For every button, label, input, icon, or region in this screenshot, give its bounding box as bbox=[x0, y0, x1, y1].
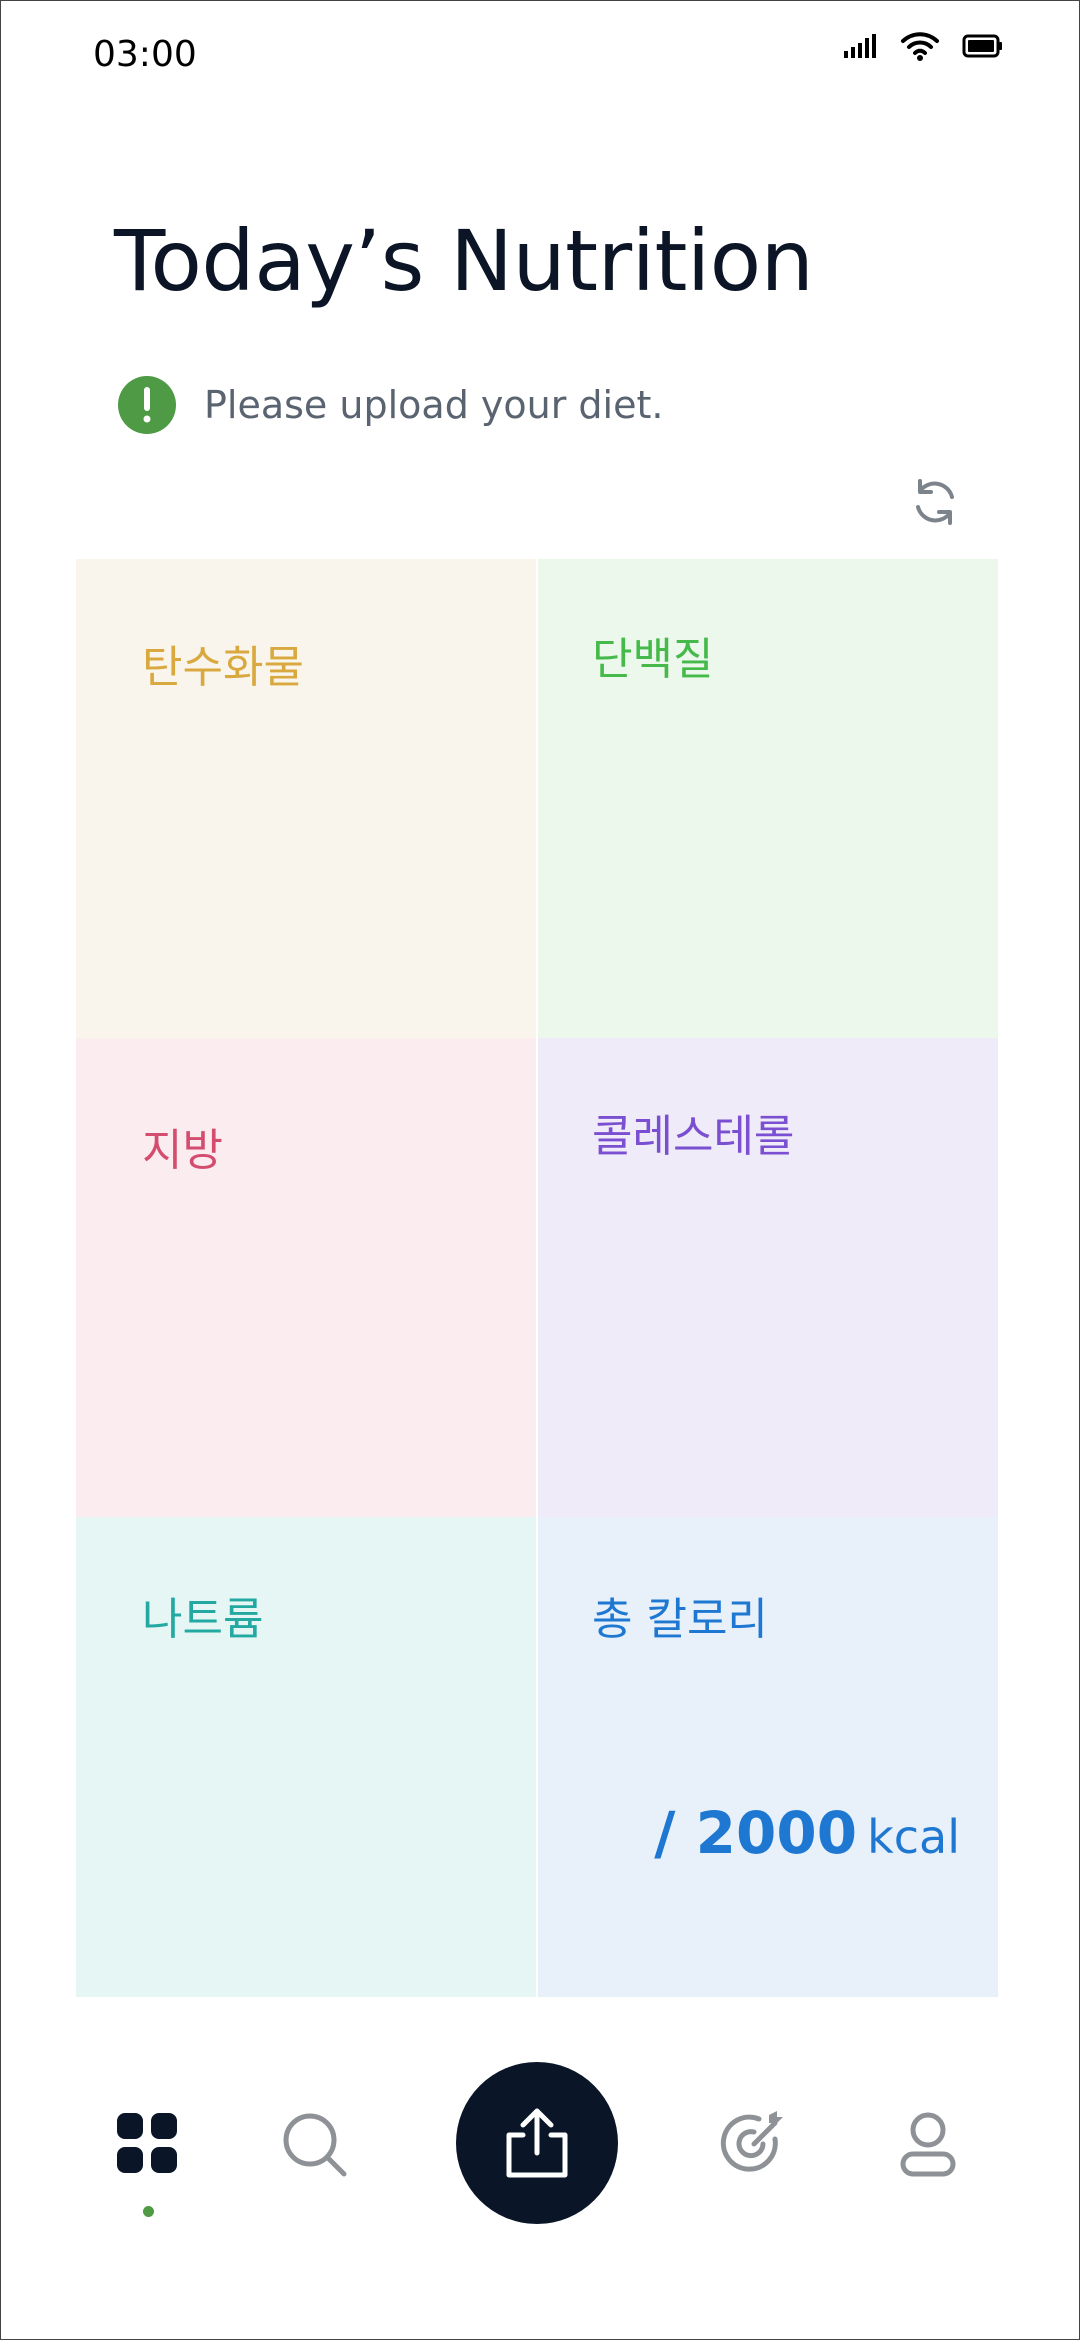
card-sodium[interactable]: 나트륨 bbox=[76, 1517, 536, 1997]
card-carbs[interactable]: 탄수화물 bbox=[76, 559, 536, 1038]
profile-icon bbox=[900, 2112, 956, 2177]
signal-icon bbox=[844, 34, 876, 58]
nav-profile[interactable] bbox=[892, 2108, 964, 2180]
status-time: 03:00 bbox=[93, 34, 197, 75]
search-icon bbox=[283, 2113, 347, 2177]
exclamation-icon bbox=[118, 376, 176, 434]
upload-icon bbox=[506, 2108, 568, 2178]
nav-search[interactable] bbox=[278, 2108, 352, 2182]
dashboard-icon bbox=[117, 2113, 177, 2173]
wifi-icon bbox=[901, 32, 939, 61]
status-bar: 03:00 bbox=[0, 0, 1080, 110]
card-fat[interactable]: 지방 bbox=[76, 1038, 536, 1517]
active-indicator bbox=[143, 2206, 154, 2217]
nav-dashboard[interactable] bbox=[112, 2108, 182, 2178]
calories-label: 총 칼로리 bbox=[592, 1594, 768, 1645]
screen: 03:00 Today’s Nutrition Please upload yo… bbox=[0, 0, 1080, 2340]
notice-text: Please upload your diet. bbox=[204, 383, 664, 427]
calories-goal-value: / 2000 bbox=[654, 1799, 858, 1867]
goal-icon bbox=[720, 2111, 783, 2172]
nutrition-grid: 탄수화물 단백질 지방 콜레스테롤 나트륨 총 칼로리 / 2000 kcal bbox=[76, 559, 998, 1997]
nav-goal[interactable] bbox=[718, 2108, 790, 2180]
battery-icon bbox=[962, 34, 1002, 58]
sodium-label: 나트륨 bbox=[142, 1594, 264, 1645]
cholesterol-label: 콜레스테롤 bbox=[592, 1111, 795, 1162]
carbs-label: 탄수화물 bbox=[142, 642, 304, 693]
card-protein[interactable]: 단백질 bbox=[538, 559, 998, 1038]
calories-unit: kcal bbox=[867, 1810, 960, 1864]
status-icons bbox=[842, 30, 1004, 62]
protein-label: 단백질 bbox=[592, 634, 714, 685]
page-title: Today’s Nutrition bbox=[114, 212, 814, 310]
fat-label: 지방 bbox=[142, 1125, 223, 1176]
card-cholesterol[interactable]: 콜레스테롤 bbox=[538, 1038, 998, 1517]
refresh-icon bbox=[916, 479, 954, 525]
notice: Please upload your diet. bbox=[118, 376, 663, 434]
upload-button[interactable] bbox=[456, 2062, 618, 2224]
refresh-button[interactable] bbox=[905, 472, 965, 532]
card-calories[interactable]: 총 칼로리 / 2000 kcal bbox=[538, 1517, 998, 1997]
calories-goal: / 2000 kcal bbox=[654, 1799, 960, 1867]
